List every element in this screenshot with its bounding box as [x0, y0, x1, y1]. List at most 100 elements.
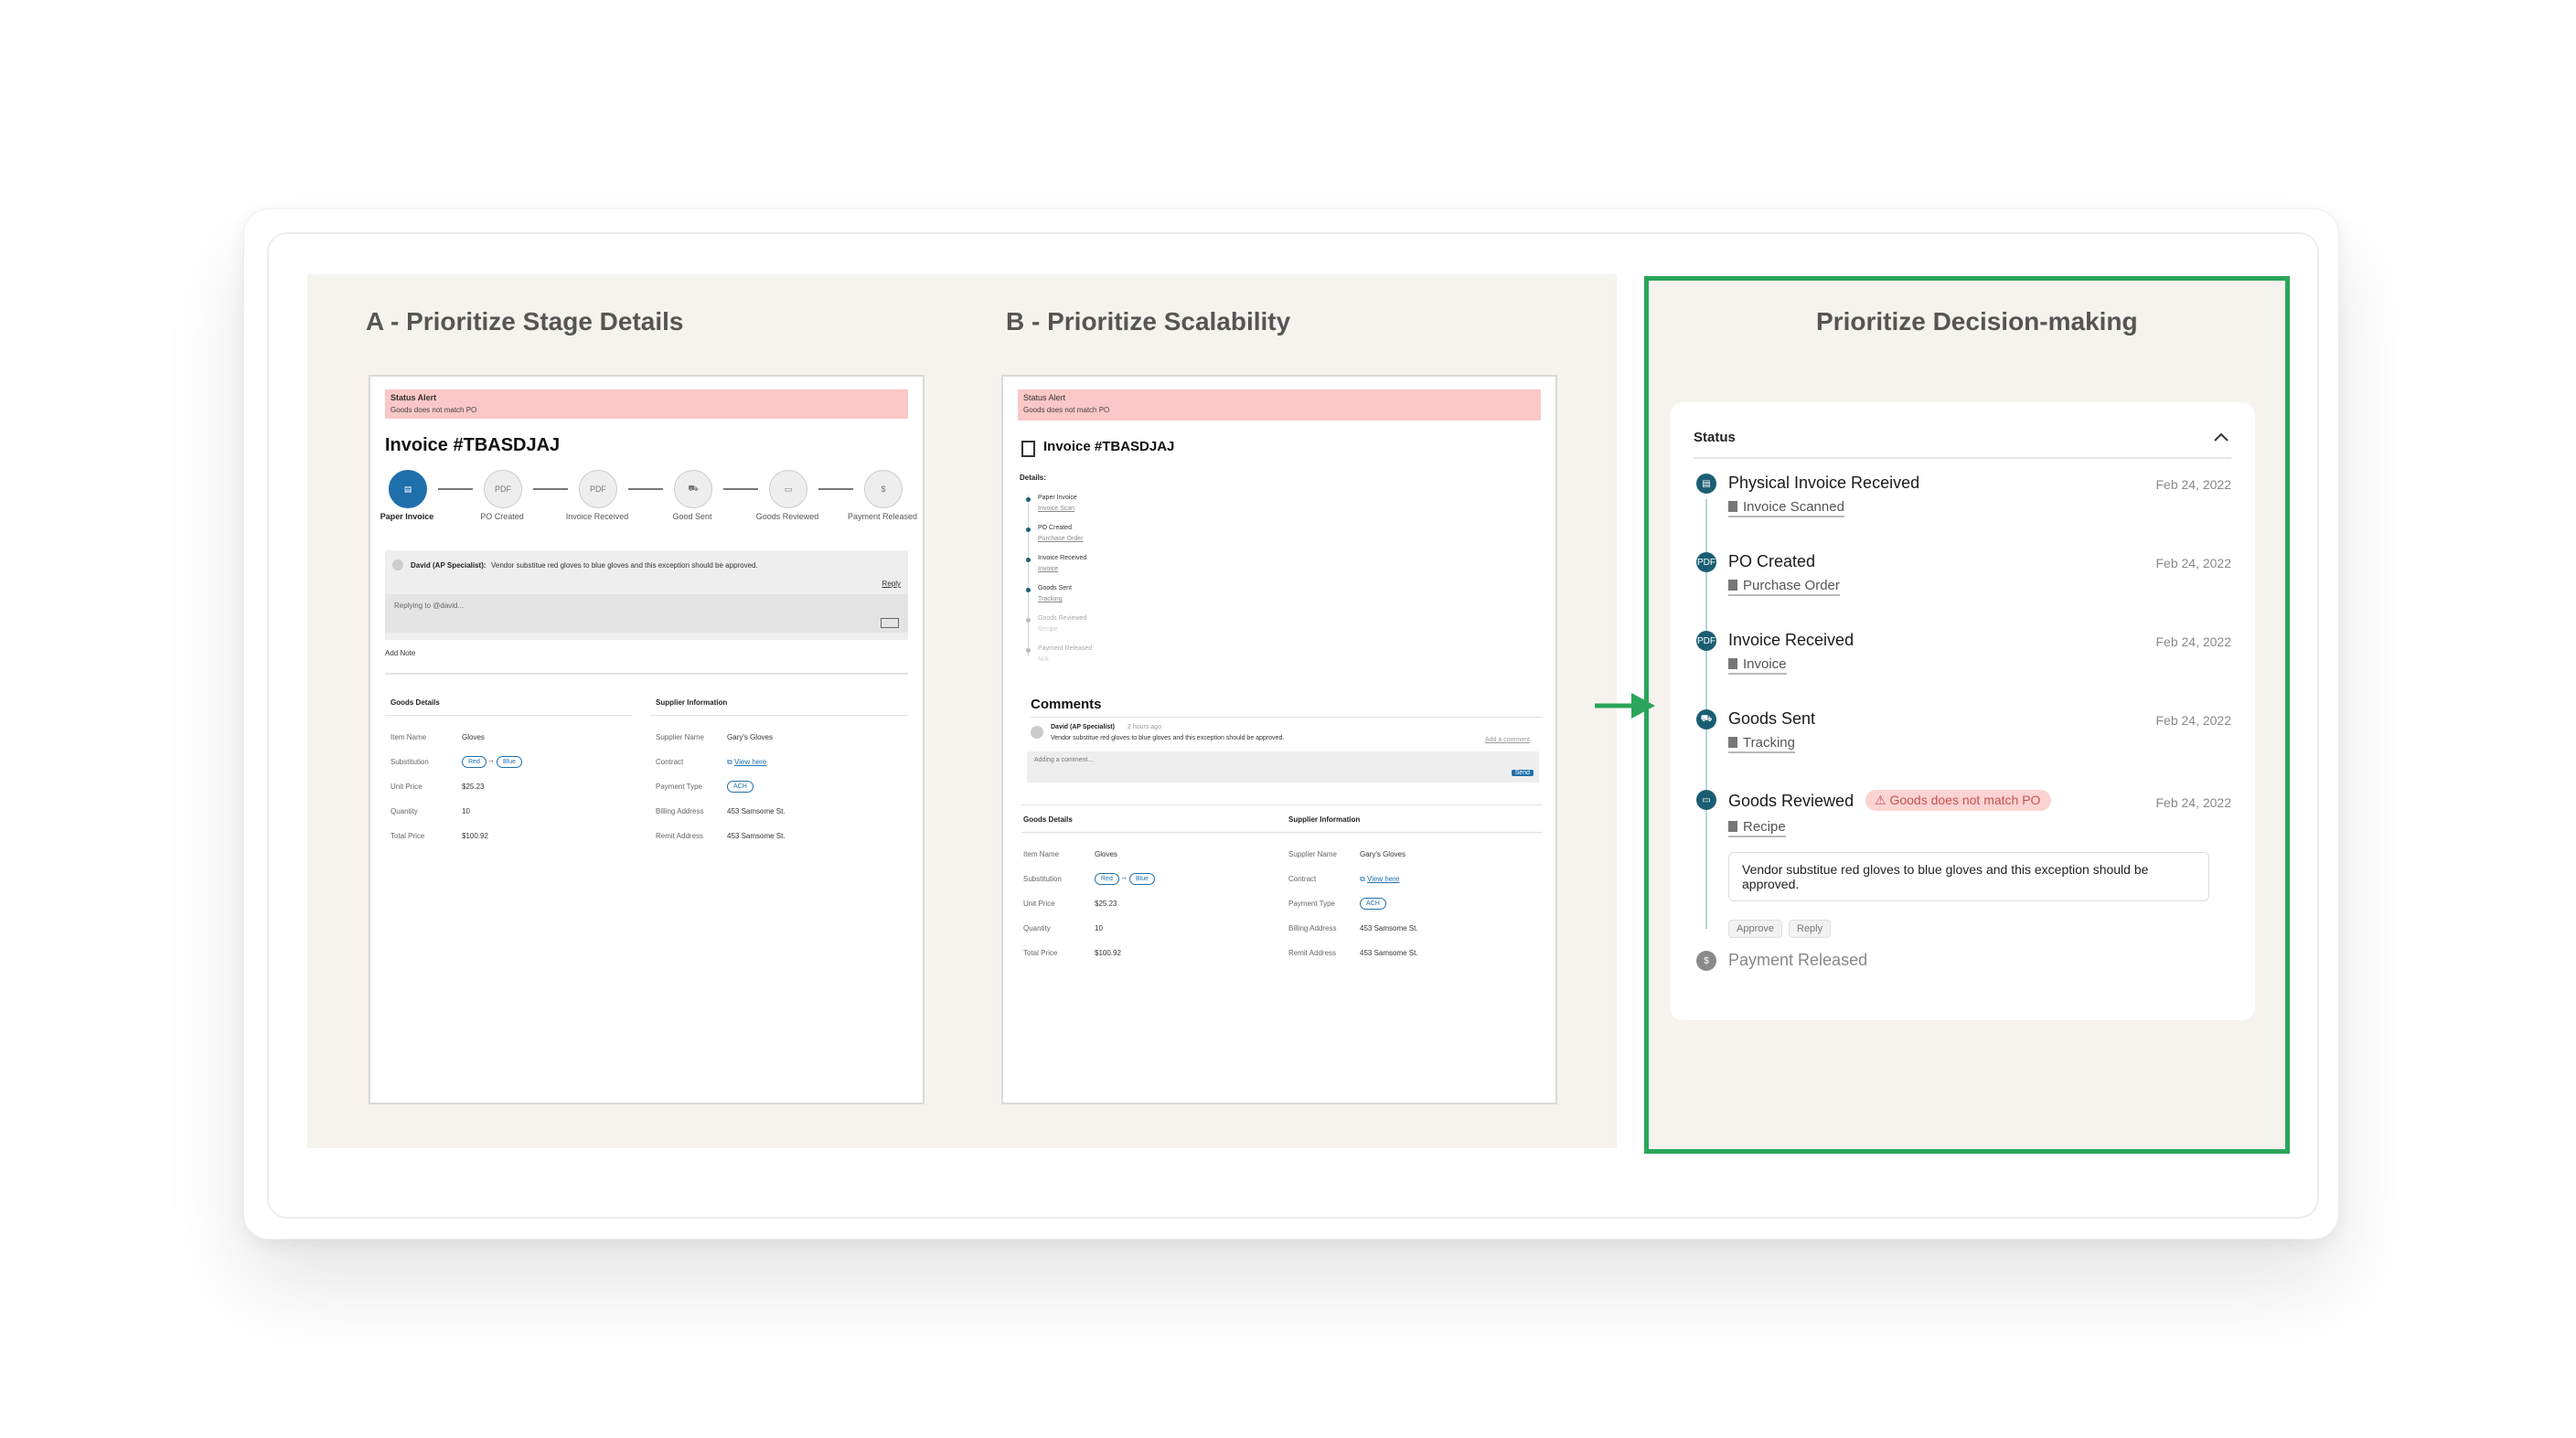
detail-link[interactable]: Invoice Scan — [1038, 506, 1074, 512]
mismatch-badge: ⚠ Goods does not match PO — [1865, 790, 2052, 811]
status-item-title: Goods Reviewed — [1728, 792, 1855, 810]
divider — [385, 715, 632, 716]
field-label: Item Name — [1023, 850, 1060, 858]
step-connector — [438, 488, 473, 490]
status-link[interactable]: Invoice Scanned — [1728, 499, 1844, 517]
step-invoice-received[interactable]: PDF — [579, 470, 617, 508]
field-value: 453 Samsome St. — [1360, 924, 1418, 932]
step-label: Paper Invoice — [379, 512, 434, 521]
invoice-title: Invoice #TBASDJAJ — [385, 435, 561, 455]
add-comment-link[interactable]: Add a comment — [1485, 737, 1530, 743]
comment-text: Vendor substitue red gloves to blue glov… — [491, 561, 758, 570]
detail-link[interactable]: Tracking — [1038, 596, 1063, 602]
reply-button[interactable]: Reply — [1789, 920, 1832, 938]
field-value: $25.23 — [462, 783, 485, 791]
status-item-title: Physical Invoice Received — [1728, 474, 1920, 492]
step-po-created[interactable]: PDF — [484, 470, 522, 508]
step-label: Good Sent — [672, 512, 712, 521]
invoice-mock-b: Status Alert Goods does not match PO Inv… — [1001, 375, 1557, 1104]
column-c-title: Prioritize Decision-making — [1816, 307, 2138, 336]
divider — [1031, 717, 1543, 718]
status-alert: Status Alert Goods does not match PO — [1018, 389, 1541, 421]
send-button[interactable]: Send — [1511, 770, 1534, 776]
status-item-title: Goods Sent — [1728, 709, 1816, 728]
field-value: 453 Samsome St. — [1360, 949, 1418, 957]
comments-heading: Comments — [1031, 697, 1102, 712]
step-goods-reviewed[interactable]: ▭ — [769, 470, 807, 508]
payment-type-pill: ACH — [1360, 898, 1386, 910]
dollar-icon: $ — [881, 485, 886, 494]
pdf-icon: PDF — [590, 485, 606, 494]
step-good-sent[interactable]: ⛟ — [674, 470, 712, 508]
status-link-text: Tracking — [1743, 735, 1795, 751]
column-a-title: A - Prioritize Stage Details — [366, 307, 684, 336]
field-label: Unit Price — [390, 783, 422, 791]
status-link[interactable]: Recipe — [1728, 819, 1786, 837]
field-label: Unit Price — [1023, 900, 1055, 908]
truck-icon: ⛟ — [1696, 709, 1716, 730]
status-alert: Status Alert Goods does not match PO — [385, 389, 908, 419]
step-connector — [818, 488, 853, 490]
status-link-text: Recipe — [1743, 819, 1786, 835]
status-link-text: Invoice — [1743, 656, 1787, 672]
detail-link: N/A — [1038, 656, 1049, 663]
field-label: Billing Address — [1288, 924, 1337, 932]
alert-title: Status Alert — [390, 393, 437, 402]
step-label: Goods Reviewed — [755, 512, 819, 521]
reply-input[interactable]: Replying to @david... — [385, 594, 908, 633]
detail-item: Payment Released — [1038, 645, 1093, 652]
reply-link[interactable]: Reply — [882, 580, 901, 588]
step-paper-invoice[interactable]: ▤ — [389, 470, 427, 508]
field-value: 453 Samsome St. — [727, 807, 786, 815]
status-item-date: Feb 24, 2022 — [2155, 713, 2231, 728]
field-label: Item Name — [390, 733, 427, 741]
timeline-dot — [1026, 527, 1031, 532]
chevron-up-icon[interactable] — [2213, 431, 2229, 442]
field-value: $100.92 — [1095, 949, 1121, 957]
arrow-right-icon: → — [1120, 873, 1128, 881]
detail-item: PO Created — [1038, 525, 1072, 531]
timeline-dot — [1026, 648, 1031, 653]
status-link[interactable]: Purchase Order — [1728, 578, 1840, 596]
substitution-to-pill: Blue — [497, 756, 523, 768]
add-note-link[interactable]: Add Note — [385, 649, 415, 657]
pdf-icon: PDF — [1696, 552, 1716, 572]
status-item-date: Feb 24, 2022 — [2155, 556, 2231, 570]
detail-item: Goods Reviewed — [1038, 615, 1087, 622]
keyboard-icon[interactable] — [881, 618, 899, 628]
step-connector — [723, 488, 758, 490]
field-label: Remit Address — [656, 832, 704, 840]
detail-link: Recipe — [1038, 626, 1058, 633]
truck-icon: ⛟ — [688, 484, 699, 493]
document-icon: ▤ — [403, 484, 412, 494]
field-label: Substitution — [1023, 875, 1062, 883]
contract-link[interactable]: ⧉ View here — [1360, 875, 1399, 884]
detail-item: Paper Invoice — [1038, 495, 1077, 501]
supplier-info-heading: Supplier Information — [1288, 815, 1361, 824]
approve-button[interactable]: Approve — [1728, 920, 1782, 938]
divider — [1694, 457, 2231, 459]
field-label: Payment Type — [656, 783, 702, 791]
detail-link[interactable]: Purchase Order — [1038, 536, 1083, 542]
warning-icon: ⚠ — [1875, 793, 1890, 807]
field-value: 10 — [1095, 924, 1103, 932]
field-label: Quantity — [390, 807, 418, 815]
status-link[interactable]: Invoice — [1728, 656, 1787, 675]
invoice-mock-a: Status Alert Goods does not match PO Inv… — [369, 375, 925, 1104]
detail-link[interactable]: Invoice — [1038, 566, 1058, 572]
goods-details-heading: Goods Details — [390, 698, 440, 707]
goods-details-heading: Goods Details — [1023, 815, 1073, 824]
step-payment-released[interactable]: $ — [864, 470, 903, 508]
divider — [385, 673, 908, 675]
step-label: PO Created — [480, 512, 524, 521]
status-link[interactable]: Tracking — [1728, 735, 1795, 753]
detail-item: Invoice Received — [1038, 555, 1087, 561]
status-item-date: Feb 24, 2022 — [2155, 477, 2231, 492]
file-icon — [1728, 580, 1737, 591]
step-label: Invoice Received — [565, 512, 629, 521]
field-label: Supplier Name — [1288, 850, 1337, 858]
field-label: Supplier Name — [656, 733, 704, 741]
contract-link[interactable]: ⧉ View here — [727, 758, 766, 767]
comment-input[interactable]: Adding a comment... Send — [1027, 751, 1539, 783]
link-icon: ⧉ — [727, 758, 734, 766]
